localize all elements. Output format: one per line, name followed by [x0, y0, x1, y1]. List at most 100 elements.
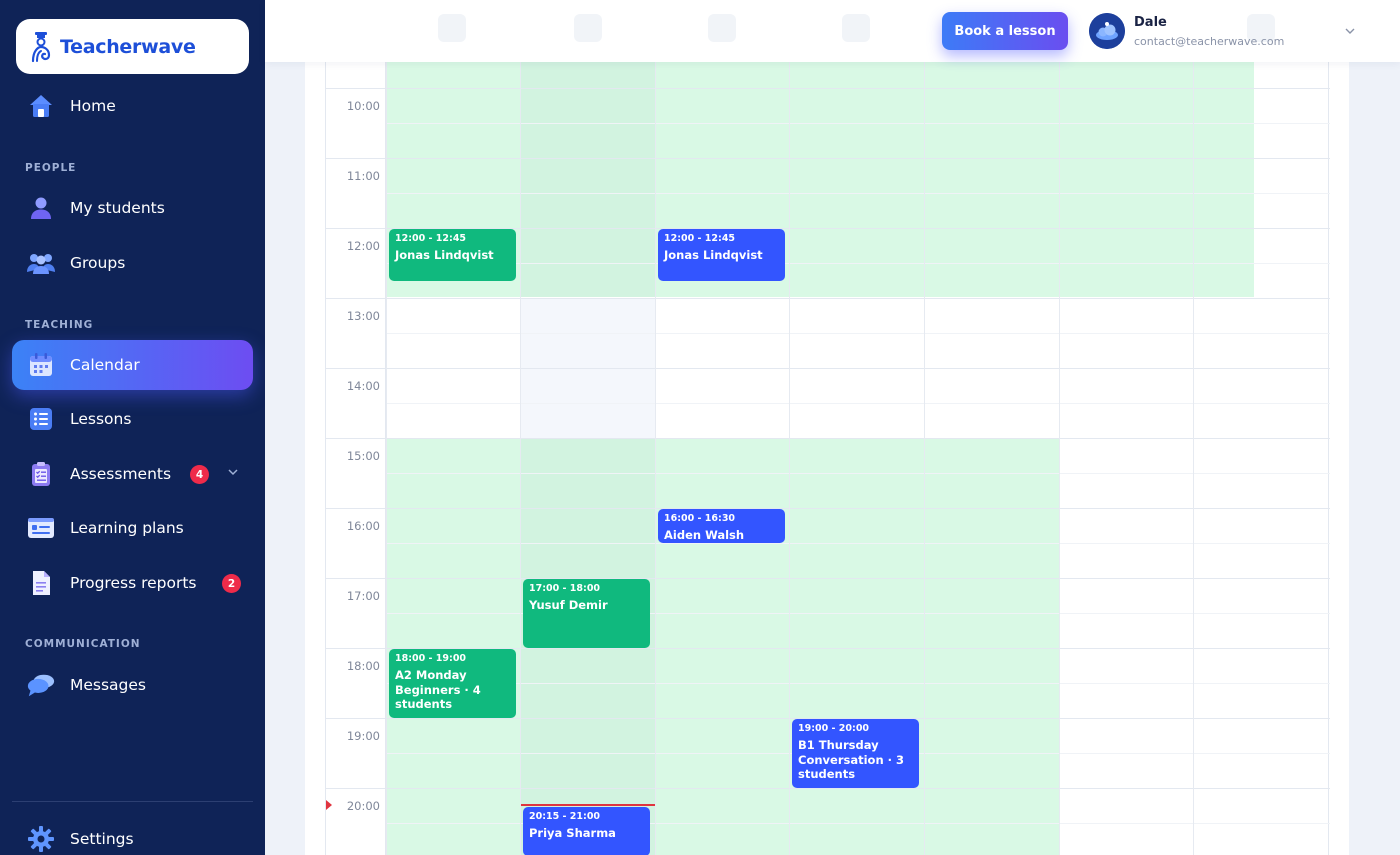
event-title: Aiden Walsh [664, 528, 745, 542]
sidebar-item-label: Calendar [70, 356, 140, 374]
sidebar-item-calendar[interactable]: Calendar [12, 340, 253, 390]
hour-gridline [326, 788, 1330, 789]
half-hour-gridline [386, 473, 1330, 474]
event-title: Priya Sharma [529, 825, 616, 840]
calendar-week-grid: 10:00 11:00 12:00 13:00 14:00 15:00 16:00 17:00… [325, 62, 1330, 855]
user-email: contact@teacherwave.com [1134, 35, 1285, 48]
sidebar-item-lessons[interactable]: Lessons [12, 394, 253, 444]
brand-logo[interactable]: Teacherwave [16, 19, 249, 74]
list-icon [26, 404, 56, 434]
week-header-icon [574, 14, 602, 42]
event-time: 16:00 - 16:30 [664, 513, 736, 524]
time-label: 20:00 [346, 799, 380, 813]
sidebar-item-label: Messages [70, 676, 147, 694]
calendar-event[interactable]: 17:00 - 18:00 Yusuf Demir [523, 579, 650, 648]
progress-reports-count-badge: 2 [222, 574, 241, 593]
calendar-event[interactable]: 16:00 - 16:30 Aiden Walsh [658, 509, 785, 543]
clipboard-checklist-icon [26, 459, 56, 489]
event-title: Jonas Lindqvist [664, 248, 763, 262]
chevron-down-icon[interactable] [227, 466, 239, 478]
time-label: 13:00 [346, 309, 380, 323]
chevron-down-icon[interactable] [1344, 25, 1356, 37]
day-column-divider [386, 62, 387, 855]
avatar[interactable] [1089, 13, 1125, 49]
event-title: Yusuf Demir [529, 598, 608, 612]
checklist-card-icon [26, 513, 56, 543]
event-time: 19:00 - 20:00 [798, 723, 870, 734]
sidebar-item-messages[interactable]: Messages [12, 660, 253, 710]
day-column-divider [924, 62, 925, 855]
gear-icon [26, 824, 56, 854]
half-hour-gridline [386, 683, 1330, 684]
hour-gridline [326, 578, 1330, 579]
availability-block[interactable] [656, 438, 1059, 855]
sidebar-item-label: My students [70, 199, 165, 217]
sidebar-item-label: Learning plans [70, 519, 184, 537]
sidebar-item-home[interactable]: Home [12, 81, 253, 131]
sidebar-item-groups[interactable]: Groups [12, 238, 253, 288]
sidebar-item-settings[interactable]: Settings [12, 814, 253, 855]
hour-gridline [326, 88, 1330, 89]
sidebar-item-label: Settings [70, 830, 134, 848]
section-label-teaching: TEACHING [25, 319, 94, 331]
sidebar-item-label: Groups [70, 254, 126, 272]
hour-gridline [326, 438, 1330, 439]
assessments-count-badge: 4 [190, 465, 209, 484]
calendar-event[interactable]: 18:00 - 19:00 A2 Monday Beginners · 4 stu… [389, 649, 516, 718]
time-label: 12:00 [346, 239, 380, 253]
sidebar-item-my-students[interactable]: My students [12, 183, 253, 233]
sidebar-item-progress-reports[interactable]: Progress reports 2 [12, 558, 253, 608]
sidebar: Teacherwave Home PEOPLE My students Grou… [0, 0, 265, 855]
group-icon [26, 248, 56, 278]
event-time: 17:00 - 18:00 [529, 583, 601, 594]
day-column-divider [655, 62, 656, 855]
calendar-icon [26, 350, 56, 380]
half-hour-gridline [386, 333, 1330, 334]
time-label: 10:00 [346, 99, 380, 113]
half-hour-gridline [386, 543, 1330, 544]
teacher-logo-icon [31, 31, 51, 62]
calendar-event[interactable]: 19:00 - 20:00 B1 Thursday Conversation · … [792, 719, 919, 788]
availability-block[interactable] [521, 62, 655, 297]
time-label: 19:00 [346, 729, 380, 743]
event-time: 20:15 - 21:00 [529, 810, 601, 822]
time-label: 18:00 [346, 659, 380, 673]
sidebar-item-learning-plans[interactable]: Learning plans [12, 503, 253, 553]
day-column-divider [1059, 62, 1060, 855]
time-column: 10:00 11:00 12:00 13:00 14:00 15:00 16:00 17:00… [326, 62, 386, 855]
week-header-icon [708, 14, 736, 42]
calendar-event[interactable]: 20:15 - 21:00 Priya Sharma [523, 806, 650, 855]
half-hour-gridline [386, 193, 1330, 194]
time-label: 17:00 [346, 589, 380, 603]
week-header-icon [842, 14, 870, 42]
time-label: 15:00 [346, 449, 380, 463]
user-name: Dale [1134, 15, 1167, 30]
sidebar-item-label: Lessons [70, 410, 132, 428]
hour-gridline [326, 158, 1330, 159]
section-label-people: PEOPLE [25, 162, 77, 174]
home-icon [26, 91, 56, 121]
event-title: Jonas Lindqvist [395, 248, 494, 262]
sidebar-item-label: Progress reports [70, 574, 197, 592]
brand-name: Teacherwave [60, 35, 196, 58]
calendar-event[interactable]: 12:00 - 12:45 Jonas Lindqvist [389, 229, 516, 281]
time-label: 14:00 [346, 379, 380, 393]
sidebar-item-label: Assessments [70, 465, 172, 483]
user-icon [26, 193, 56, 223]
book-lesson-button[interactable]: Book a lesson [942, 12, 1068, 50]
half-hour-gridline [386, 263, 1330, 264]
sidebar-item-assessments[interactable]: Assessments 4 [12, 449, 253, 499]
half-hour-gridline [386, 123, 1330, 124]
cloud-avatar-icon [1089, 13, 1125, 49]
day-column-divider [789, 62, 790, 855]
availability-block[interactable] [387, 438, 520, 855]
section-label-communication: COMMUNICATION [25, 638, 141, 650]
event-title: A2 Monday Beginners · 4 students [395, 668, 481, 711]
chat-bubbles-icon [26, 670, 56, 700]
top-bar: Book a lesson Dale contact@teacherwave.c… [265, 0, 1400, 62]
calendar-event[interactable]: 12:00 - 12:45 Jonas Lindqvist [658, 229, 785, 281]
hour-gridline [326, 508, 1330, 509]
sidebar-item-label: Home [70, 97, 116, 115]
current-time-marker [326, 800, 332, 810]
day-column-divider [1193, 62, 1194, 855]
